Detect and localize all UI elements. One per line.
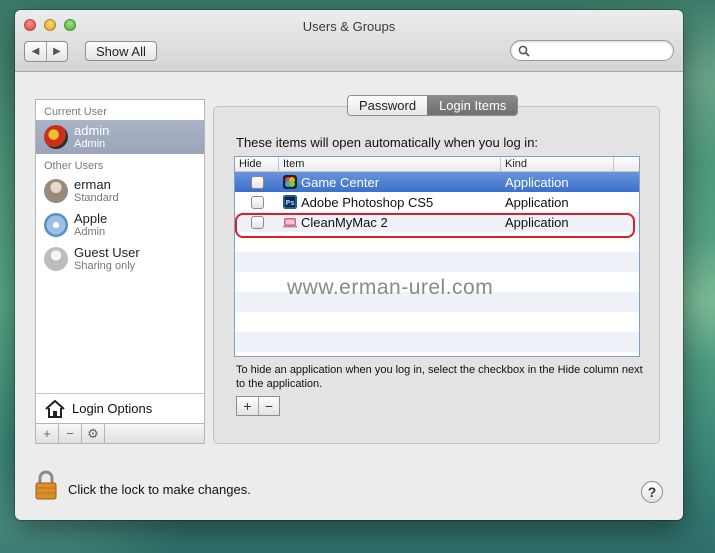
user-name: admin	[74, 122, 110, 138]
user-item-apple[interactable]: Apple Admin	[36, 208, 204, 242]
user-item-admin[interactable]: admin Admin	[36, 120, 204, 154]
toolbar-filler	[105, 424, 204, 443]
login-items-table: Hide Item Kind Game Center Application P…	[234, 156, 640, 357]
search-field[interactable]	[510, 40, 674, 61]
remove-user-button[interactable]: −	[59, 424, 82, 443]
hide-checkbox[interactable]	[250, 195, 264, 209]
item-name: Game Center	[301, 174, 380, 190]
hide-checkbox[interactable]	[250, 175, 264, 189]
erman-avatar	[44, 179, 68, 203]
item-kind: Application	[505, 174, 569, 190]
apple-avatar	[44, 213, 68, 237]
game-center-icon	[283, 175, 297, 189]
column-hide[interactable]: Hide	[235, 157, 279, 171]
show-all-button[interactable]: Show All	[85, 41, 157, 61]
user-role: Standard	[74, 191, 119, 204]
table-row[interactable]: Ps Adobe Photoshop CS5 Application	[235, 192, 639, 212]
empty-row	[235, 252, 639, 272]
column-kind[interactable]: Kind	[501, 157, 614, 171]
guest-avatar	[44, 247, 68, 271]
back-button[interactable]: ◀	[25, 42, 46, 61]
sidebar-toolbar: + − ⚙	[36, 423, 204, 443]
login-options-item[interactable]: Login Options	[36, 393, 204, 423]
user-role: Admin	[74, 225, 106, 238]
login-items-intro: These items will open automatically when…	[236, 135, 539, 150]
back-forward-control: ◀ ▶	[24, 41, 68, 62]
photoshop-icon: Ps	[283, 195, 297, 209]
user-role: Sharing only	[74, 259, 136, 272]
user-item-erman[interactable]: erman Standard	[36, 174, 204, 208]
watermark-text: www.erman-urel.com	[287, 276, 494, 299]
window-title: Users & Groups	[302, 19, 396, 34]
empty-row	[235, 312, 639, 332]
item-kind: Application	[505, 194, 569, 210]
item-name: Adobe Photoshop CS5	[301, 194, 434, 210]
user-name: Guest User	[74, 244, 140, 260]
house-icon	[45, 399, 65, 418]
remove-login-item-button[interactable]: −	[258, 397, 279, 415]
admin-avatar	[44, 125, 68, 149]
search-input[interactable]	[534, 43, 664, 58]
lock-icon[interactable]	[34, 470, 58, 500]
table-row[interactable]: Game Center Application	[235, 172, 639, 192]
help-button[interactable]: ?	[641, 481, 663, 503]
current-user-heading: Current User	[44, 106, 107, 118]
column-item[interactable]: Item	[279, 157, 501, 171]
lock-message: Click the lock to make changes.	[68, 482, 251, 497]
add-user-button[interactable]: +	[36, 424, 59, 443]
svg-text:Ps: Ps	[285, 199, 294, 207]
user-role: Admin	[74, 137, 106, 150]
tab-password[interactable]: Password	[348, 96, 428, 115]
hide-hint-text: To hide an application when you log in, …	[236, 364, 643, 390]
forward-button[interactable]: ▶	[46, 42, 67, 61]
other-users-heading: Other Users	[44, 160, 104, 172]
users-sidebar: Current User admin Admin Other Users erm…	[35, 99, 205, 444]
empty-row	[235, 332, 639, 352]
user-item-guest[interactable]: Guest User Sharing only	[36, 242, 204, 276]
users-groups-window: Users & Groups ◀ ▶ Show All Current User…	[15, 10, 683, 520]
title-bar: Users & Groups ◀ ▶ Show All	[15, 10, 683, 72]
user-name: erman	[74, 176, 111, 192]
search-icon	[518, 45, 530, 57]
gear-icon[interactable]: ⚙	[82, 424, 105, 443]
add-login-item-button[interactable]: +	[237, 397, 258, 415]
user-name: Apple	[74, 210, 108, 226]
annotation-highlight-ring	[235, 213, 635, 238]
tab-bar: Password Login Items	[347, 95, 519, 116]
login-items-add-remove: + −	[236, 396, 280, 416]
tab-login-items[interactable]: Login Items	[427, 96, 518, 115]
table-header: Hide Item Kind	[235, 157, 639, 172]
login-options-label: Login Options	[72, 401, 153, 416]
